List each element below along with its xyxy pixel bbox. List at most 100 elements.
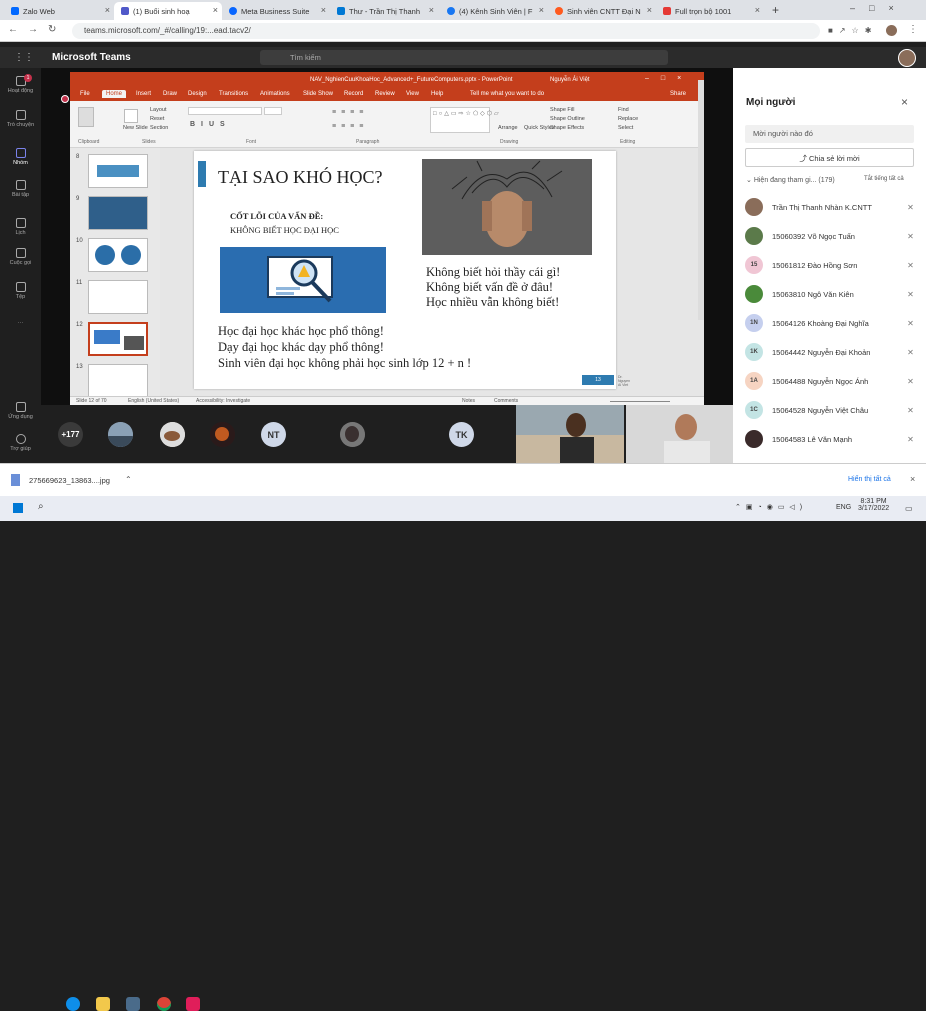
accessibility-status[interactable]: Accessibility: Investigate bbox=[196, 398, 250, 404]
browser-tab[interactable]: (4) Kênh Sinh Viên | F × bbox=[440, 2, 548, 20]
mic-muted-icon[interactable]: ✕ bbox=[906, 435, 915, 444]
search-input[interactable]: Tìm kiếm bbox=[260, 50, 668, 65]
mic-muted-icon[interactable]: ✕ bbox=[906, 261, 915, 270]
rail-chat[interactable]: Trò chuyện bbox=[0, 110, 41, 128]
tab-review[interactable]: Review bbox=[375, 91, 395, 97]
new-slide-button[interactable]: New Slide bbox=[123, 125, 148, 131]
rail-apps[interactable]: Ứng dụng bbox=[0, 402, 41, 420]
tab-animations[interactable]: Animations bbox=[260, 91, 290, 97]
paste-icon[interactable] bbox=[78, 107, 94, 127]
slide-thumbnail[interactable] bbox=[88, 196, 148, 230]
participant-avatar[interactable] bbox=[108, 422, 133, 447]
layout-button[interactable]: Layout bbox=[150, 107, 167, 113]
mic-muted-icon[interactable]: ✕ bbox=[906, 377, 915, 386]
font-name-select[interactable] bbox=[188, 107, 262, 115]
close-download-bar[interactable]: × bbox=[910, 474, 915, 484]
mute-all-button[interactable]: Tắt tiếng tất cả bbox=[864, 176, 904, 182]
tab-help[interactable]: Help bbox=[431, 91, 443, 97]
participant-avatar[interactable]: TK bbox=[449, 422, 474, 447]
find-button[interactable]: Find bbox=[618, 107, 629, 113]
browser-tab-active[interactable]: (1) Buổi sinh hoạ × bbox=[114, 2, 222, 20]
shape-fill-button[interactable]: Shape Fill bbox=[550, 107, 574, 113]
tab-slideshow[interactable]: Slide Show bbox=[303, 91, 333, 97]
close-tab-icon[interactable]: × bbox=[755, 5, 760, 15]
tab-insert[interactable]: Insert bbox=[136, 91, 151, 97]
window-controls[interactable]: –□× bbox=[850, 3, 908, 13]
close-tab-icon[interactable]: × bbox=[429, 5, 434, 15]
tab-transitions[interactable]: Transitions bbox=[219, 91, 248, 97]
rail-calendar[interactable]: Lịch bbox=[0, 218, 41, 236]
video-tile-speaker-1[interactable] bbox=[516, 405, 624, 463]
download-filename[interactable]: 275669623_13863....jpg bbox=[29, 476, 110, 485]
tell-me-search[interactable]: Tell me what you want to do bbox=[470, 91, 544, 97]
arrange-button[interactable]: Arrange bbox=[498, 125, 518, 131]
close-tab-icon[interactable]: × bbox=[213, 5, 218, 15]
participant-avatar[interactable] bbox=[340, 422, 365, 447]
participant-row[interactable]: Trần Thị Thanh Nhàn K.CNTT ✕ bbox=[745, 194, 915, 220]
nav-buttons[interactable]: ←→↻ bbox=[8, 24, 66, 35]
align-buttons[interactable]: ≡≡≡≡ bbox=[332, 123, 368, 130]
mail-icon[interactable] bbox=[126, 997, 140, 1011]
language-indicator[interactable]: ENG bbox=[836, 504, 851, 511]
share-invite-button[interactable]: ⤴ Chia sẻ lời mời bbox=[745, 148, 914, 167]
participant-row[interactable]: 15063810 Ngô Văn Kiên ✕ bbox=[745, 281, 915, 307]
tab-design[interactable]: Design bbox=[188, 91, 207, 97]
participant-row[interactable]: 1A 15064488 Nguyễn Ngọc Ánh ✕ bbox=[745, 368, 915, 394]
tab-file[interactable]: File bbox=[80, 91, 90, 97]
mic-muted-icon[interactable]: ✕ bbox=[906, 348, 915, 357]
rail-calls[interactable]: Cuộc gọi bbox=[0, 248, 41, 266]
system-tray[interactable]: ⌃▣◔◉▭◁) bbox=[735, 503, 807, 511]
mic-muted-icon[interactable]: ✕ bbox=[906, 290, 915, 299]
participant-row[interactable]: 1N 15064126 Khoàng Đại Nghĩa ✕ bbox=[745, 310, 915, 336]
rail-help[interactable]: Trợ giúp bbox=[0, 434, 41, 452]
slide-thumbnail[interactable] bbox=[88, 154, 148, 188]
participant-row[interactable]: 15064583 Lê Văn Mạnh ✕ bbox=[745, 426, 915, 452]
present-section-header[interactable]: ⌄ Hiện đang tham gi... (179) bbox=[746, 176, 835, 184]
browser-tab[interactable]: Meta Business Suite × bbox=[222, 2, 330, 20]
app-grid-icon[interactable]: ⋮⋮ bbox=[14, 52, 34, 63]
clock[interactable]: 8:31 PM 3/17/2022 bbox=[858, 498, 889, 512]
close-tab-icon[interactable]: × bbox=[321, 5, 326, 15]
user-avatar[interactable] bbox=[898, 49, 916, 67]
browser-tab[interactable]: Sinh viên CNTT Đại N × bbox=[548, 2, 656, 20]
search-icon[interactable]: ⌕ bbox=[38, 501, 44, 512]
start-icon[interactable] bbox=[13, 503, 23, 513]
slide-thumbnail[interactable] bbox=[88, 364, 148, 398]
mic-muted-icon[interactable]: ✕ bbox=[906, 232, 915, 241]
slide-thumbnail[interactable] bbox=[88, 280, 148, 314]
participant-avatar[interactable] bbox=[210, 422, 235, 447]
font-format-buttons[interactable]: BIUS bbox=[190, 121, 231, 128]
mic-muted-icon[interactable]: ✕ bbox=[906, 203, 915, 212]
new-slide-icon[interactable] bbox=[124, 109, 138, 123]
explorer-icon[interactable] bbox=[96, 997, 110, 1011]
more-participants-button[interactable]: +177 bbox=[58, 422, 83, 447]
extension-icons[interactable]: ■↗☆✱ bbox=[828, 26, 877, 35]
ppt-window-controls[interactable]: –□× bbox=[645, 75, 693, 82]
video-tile-speaker-2[interactable] bbox=[626, 405, 733, 463]
select-button[interactable]: Select bbox=[618, 125, 633, 131]
profile-avatar[interactable] bbox=[886, 25, 897, 36]
edge-icon[interactable] bbox=[66, 997, 80, 1011]
browser-tab[interactable]: Thư - Trần Thị Thanh × bbox=[330, 2, 438, 20]
url-input[interactable]: teams.microsoft.com/_#/calling/19:...ead… bbox=[72, 23, 820, 39]
slide-thumbnail[interactable] bbox=[88, 238, 148, 272]
participant-row[interactable]: 1K 15064442 Nguyễn Đại Khoản ✕ bbox=[745, 339, 915, 365]
browser-tab[interactable]: Zalo Web × bbox=[4, 2, 114, 20]
notes-button[interactable]: Notes bbox=[462, 398, 475, 404]
participant-row[interactable]: 15 15061812 Đào Hồng Sơn ✕ bbox=[745, 252, 915, 278]
browser-tab[interactable]: Full trọn bộ 1001 × bbox=[656, 2, 764, 20]
close-tab-icon[interactable]: × bbox=[105, 5, 110, 15]
participant-row[interactable]: 1C 15064528 Nguyễn Việt Châu ✕ bbox=[745, 397, 915, 423]
font-size-select[interactable] bbox=[264, 107, 282, 115]
close-panel-icon[interactable]: × bbox=[901, 95, 908, 109]
tab-draw[interactable]: Draw bbox=[163, 91, 177, 97]
rail-teams[interactable]: Nhóm bbox=[0, 148, 41, 166]
notifications-icon[interactable]: ▭ bbox=[905, 504, 913, 513]
participant-avatar[interactable] bbox=[160, 422, 185, 447]
invite-input[interactable]: Mời người nào đó bbox=[745, 125, 914, 143]
rail-assignments[interactable]: Bài tập bbox=[0, 180, 41, 198]
tab-home[interactable]: Home bbox=[102, 90, 127, 98]
menu-icon[interactable]: ⋮ bbox=[908, 24, 918, 35]
rail-activity[interactable]: Hoạt động bbox=[0, 76, 41, 94]
show-all-downloads[interactable]: Hiển thị tất cả bbox=[848, 476, 891, 483]
